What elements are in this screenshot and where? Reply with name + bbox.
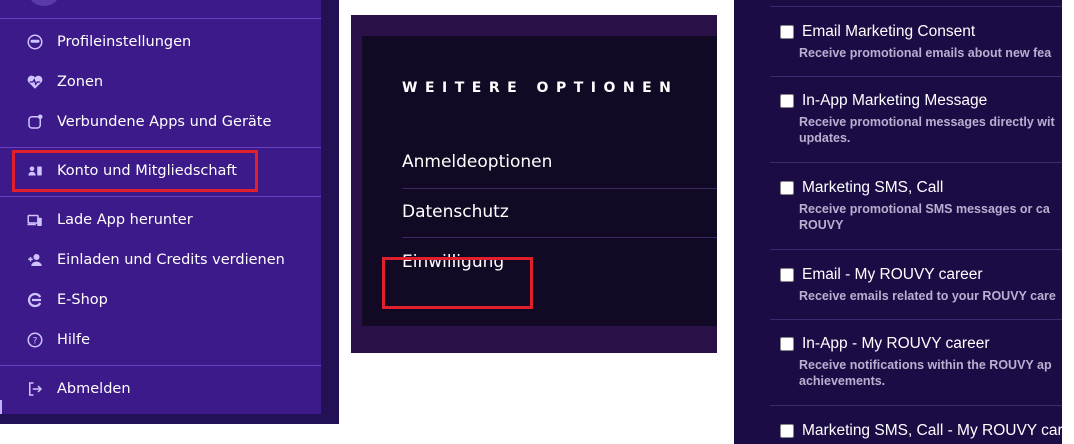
option-privacy[interactable]: Datenschutz: [402, 202, 509, 222]
divider: [770, 405, 1062, 406]
menu-item-help[interactable]: ? Hilfe: [0, 321, 321, 359]
more-options-panel: WEITERE OPTIONEN Anmeldeoptionen Datensc…: [351, 15, 717, 353]
menu-item-download-app[interactable]: Lade App herunter: [0, 201, 321, 239]
divider: [0, 196, 321, 197]
divider: [0, 365, 321, 366]
consent-item-email-marketing: Email Marketing Consent Receive promotio…: [780, 23, 1062, 61]
menu-item-label: Hilfe: [57, 332, 90, 348]
menu-item-label: Lade App herunter: [57, 212, 193, 228]
shop-logo-icon: [23, 288, 47, 312]
devices-icon: [23, 208, 47, 232]
options-heading: WEITERE OPTIONEN: [402, 80, 679, 96]
heart-pulse-icon: [23, 70, 47, 94]
menu-item-label: Einladen und Credits verdienen: [57, 252, 285, 268]
consent-description: Receive notifications within the ROUVY a…: [799, 358, 1052, 388]
connected-device-icon: [23, 110, 47, 134]
divider: [402, 237, 717, 238]
consent-description: Receive promotional messages directly wi…: [799, 115, 1055, 145]
account-sidebar-panel: Profileinstellungen Zonen Verbundene App…: [0, 0, 339, 424]
consent-description: Receive emails related to your ROUVY car…: [799, 289, 1056, 303]
menu-item-eshop[interactable]: E-Shop: [0, 281, 321, 319]
svg-text:?: ?: [33, 336, 38, 346]
consent-item-sms-career: Marketing SMS, Call - My ROUVY career: [780, 422, 1062, 440]
consent-title: In-App Marketing Message: [802, 92, 988, 109]
menu-item-label: Abmelden: [57, 381, 131, 397]
menu-item-profile-settings[interactable]: Profileinstellungen: [0, 23, 321, 61]
divider: [770, 319, 1062, 320]
help-circle-icon: ?: [23, 328, 47, 352]
scroll-accent: [0, 400, 2, 414]
add-user-icon: [23, 248, 47, 272]
consent-checkbox[interactable]: [780, 25, 794, 39]
consent-item-marketing-sms: Marketing SMS, Call Receive promotional …: [780, 179, 1062, 233]
divider: [402, 188, 717, 189]
menu-item-label: Profileinstellungen: [57, 34, 192, 50]
consent-description: Receive promotional emails about new fea: [799, 46, 1052, 60]
divider: [0, 147, 321, 148]
menu-item-invite-earn[interactable]: Einladen und Credits verdienen: [0, 241, 321, 279]
avatar[interactable]: [29, 0, 59, 6]
highlight-box: [12, 150, 258, 192]
logout-icon: [23, 377, 47, 401]
user-helmet-icon: [23, 30, 47, 54]
divider: [770, 6, 1062, 7]
consent-checkbox[interactable]: [780, 337, 794, 351]
consent-title: Email Marketing Consent: [802, 23, 976, 40]
menu-item-connected-apps[interactable]: Verbundene Apps und Geräte: [0, 103, 321, 141]
more-options-card: WEITERE OPTIONEN Anmeldeoptionen Datensc…: [362, 36, 717, 326]
menu-item-label: Zonen: [57, 74, 104, 90]
consent-description: Receive promotional SMS messages or ca R…: [799, 202, 1050, 232]
consent-checkbox[interactable]: [780, 424, 794, 438]
sidebar-menu: Profileinstellungen Zonen Verbundene App…: [0, 0, 321, 414]
consent-title: Marketing SMS, Call: [802, 179, 944, 196]
menu-item-logout[interactable]: Abmelden: [0, 370, 321, 408]
consent-title: Email - My ROUVY career: [802, 266, 983, 283]
consent-checkbox[interactable]: [780, 94, 794, 108]
consent-checkbox[interactable]: [780, 181, 794, 195]
option-login-options[interactable]: Anmeldeoptionen: [402, 152, 552, 172]
consent-title: Marketing SMS, Call - My ROUVY career: [802, 422, 1062, 439]
menu-item-label: Verbundene Apps und Geräte: [57, 114, 272, 130]
menu-item-zones[interactable]: Zonen: [0, 63, 321, 101]
menu-item-label: E-Shop: [57, 292, 108, 308]
consent-checkbox[interactable]: [780, 268, 794, 282]
consent-item-inapp-marketing: In-App Marketing Message Receive promoti…: [780, 92, 1062, 146]
consent-title: In-App - My ROUVY career: [802, 335, 990, 352]
divider: [0, 18, 321, 19]
consent-settings-panel: Email Marketing Consent Receive promotio…: [734, 0, 1062, 444]
divider: [770, 249, 1062, 250]
consent-item-inapp-career: In-App - My ROUVY career Receive notific…: [780, 335, 1062, 389]
highlight-box: [382, 257, 533, 309]
divider: [770, 76, 1062, 77]
consent-item-email-career: Email - My ROUVY career Receive emails r…: [780, 266, 1062, 304]
divider: [770, 162, 1062, 163]
